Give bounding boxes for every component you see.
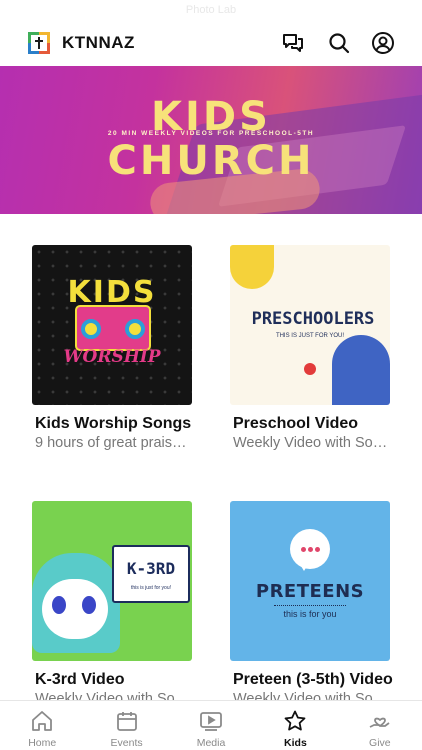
status-text: Photo Lab	[185, 4, 237, 16]
bottom-tab-bar: Home Events Media Kids Give	[0, 700, 422, 750]
card-subtitle: 9 hours of great praise music	[35, 435, 190, 451]
card-title: Preschool Video	[233, 415, 359, 432]
boombox-icon	[75, 305, 151, 351]
app-title: KTNNAZ	[62, 33, 135, 52]
thumb-preschool[interactable]: PRESCHOOLERS THIS IS JUST FOR YOU!	[230, 245, 390, 405]
card-subtitle: Weekly Video with Songs	[233, 435, 388, 451]
card-subtitle: Weekly Video with Songs	[35, 691, 190, 700]
divider	[274, 605, 346, 606]
flower-icon	[304, 363, 316, 375]
account-icon[interactable]	[371, 31, 395, 55]
status-bar: Photo Lab	[0, 0, 422, 20]
thumb-text-for-you: this is for you	[283, 609, 337, 619]
thumb-text-worship: WORSHIP	[63, 347, 161, 367]
church-logo	[28, 32, 50, 54]
thumb-text-preteens: PRETEENS	[255, 581, 365, 602]
give-icon	[368, 709, 392, 733]
thumb-text-just-for-you: this is just for you!	[130, 585, 171, 591]
thumb-kids-worship[interactable]: KIDS WORSHIP	[32, 245, 192, 405]
tab-label: Give	[369, 737, 391, 749]
calendar-icon	[115, 709, 139, 733]
search-icon[interactable]	[327, 31, 351, 55]
media-icon	[199, 709, 223, 733]
chat-icon[interactable]	[281, 31, 305, 55]
eye-icon	[82, 596, 96, 614]
pear-character-icon	[230, 245, 274, 289]
eye-icon	[52, 596, 66, 614]
tab-media[interactable]: Media	[169, 701, 253, 750]
home-icon	[30, 709, 54, 733]
hero-title-bottom: CHURCH	[107, 138, 315, 184]
kids-church-banner[interactable]: KIDS 20 MIN WEEKLY VIDEOS FOR PRESCHOOL-…	[0, 66, 422, 214]
thumb-text-preschoolers: PRESCHOOLERS	[251, 309, 375, 329]
tab-label: Home	[28, 737, 57, 749]
tab-give[interactable]: Give	[338, 701, 422, 750]
card-title: Preteen (3-5th) Video	[233, 671, 393, 688]
top-bar: KTNNAZ	[0, 20, 422, 66]
card-title: K-3rd Video	[35, 671, 125, 688]
card-preteen[interactable]: PRETEENS this is for you Preteen (3-5th)…	[230, 501, 393, 700]
tab-label: Kids	[284, 737, 307, 749]
card-title: Kids Worship Songs	[35, 415, 192, 432]
tab-home[interactable]: Home	[0, 701, 84, 750]
card-kids-worship[interactable]: KIDS WORSHIP Kids Worship Songs 9 hours …	[32, 245, 192, 452]
video-grid: KIDS WORSHIP Kids Worship Songs 9 hours …	[0, 214, 422, 700]
tab-kids[interactable]: Kids	[253, 701, 337, 750]
hero-subtitle: 20 MIN WEEKLY VIDEOS FOR PRESCHOOL-5TH	[107, 130, 315, 137]
tab-label: Events	[110, 737, 143, 749]
blue-character-icon	[332, 335, 390, 405]
card-k3rd[interactable]: K-3RD this is just for you! K-3rd Video …	[32, 501, 192, 700]
tab-events[interactable]: Events	[84, 701, 168, 750]
thumb-k3rd[interactable]: K-3RD this is just for you!	[32, 501, 192, 661]
card-preschool[interactable]: PRESCHOOLERS THIS IS JUST FOR YOU! Presc…	[230, 245, 390, 452]
thumb-preteen[interactable]: PRETEENS this is for you	[230, 501, 390, 661]
tab-label: Media	[196, 737, 226, 749]
card-subtitle: Weekly Video with Songs	[233, 691, 388, 700]
star-icon	[283, 709, 307, 733]
thumb-text-k3rd: K-3RD	[126, 559, 176, 578]
